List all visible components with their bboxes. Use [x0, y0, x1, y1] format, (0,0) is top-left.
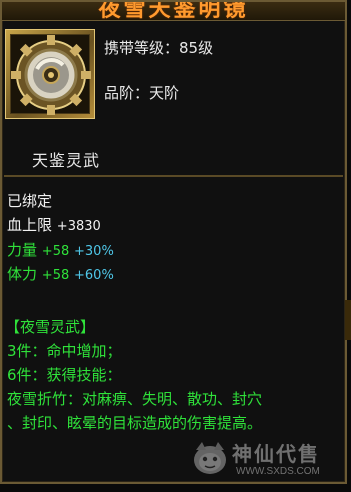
stat-hp-label: 血上限 [7, 216, 53, 234]
carry-level: 携带等级：85级 [104, 39, 214, 57]
set-skill-line-2: 、封印、眩晕的目标造成的伤害提高。 [7, 414, 263, 432]
set-bonus-3: 3件：命中增加； [7, 342, 122, 360]
item-title: 夜雪天鉴明镜 [98, 0, 249, 22]
stat-str-pct: +30% [74, 244, 114, 259]
stat-con-label: 体力 [7, 265, 38, 283]
stat-hp-value: +3830 [56, 219, 101, 234]
watermark-text: 神仙代售 [232, 442, 320, 466]
watermark: 神仙代售 WWW.SXDS.COM [190, 438, 350, 484]
stat-con: 体力 +58 +60% [7, 263, 114, 284]
item-type: 天鉴灵武 [32, 151, 101, 170]
window-edge [345, 300, 351, 340]
bound-status: 已绑定 [7, 192, 53, 210]
separator [4, 175, 343, 177]
stat-hp: 血上限 +3830 [7, 214, 101, 235]
title-bar: 夜雪天鉴明镜 [2, 0, 345, 22]
item-icon-frame [5, 29, 95, 119]
stat-str-label: 力量 [7, 241, 38, 259]
mascot-logo-icon [194, 442, 226, 474]
set-skill-line-1: 夜雪折竹：对麻痹、失明、散功、封穴 [7, 390, 263, 408]
item-tooltip: 夜雪天鉴明镜 携带等级：85级 品阶：天阶 天鉴灵武 已绑定 血上限 +3830… [0, 0, 347, 484]
set-bonus-6: 6件：获得技能： [7, 366, 122, 384]
stat-con-pct: +60% [74, 268, 114, 283]
set-name: 【夜雪灵武】 [5, 318, 96, 336]
watermark-url: WWW.SXDS.COM [236, 466, 320, 477]
mirror-gear-icon [11, 35, 91, 115]
stat-con-value: +58 [41, 268, 70, 283]
item-grade: 品阶：天阶 [104, 84, 180, 102]
stat-str: 力量 +58 +30% [7, 239, 114, 260]
stat-str-value: +58 [41, 244, 70, 259]
